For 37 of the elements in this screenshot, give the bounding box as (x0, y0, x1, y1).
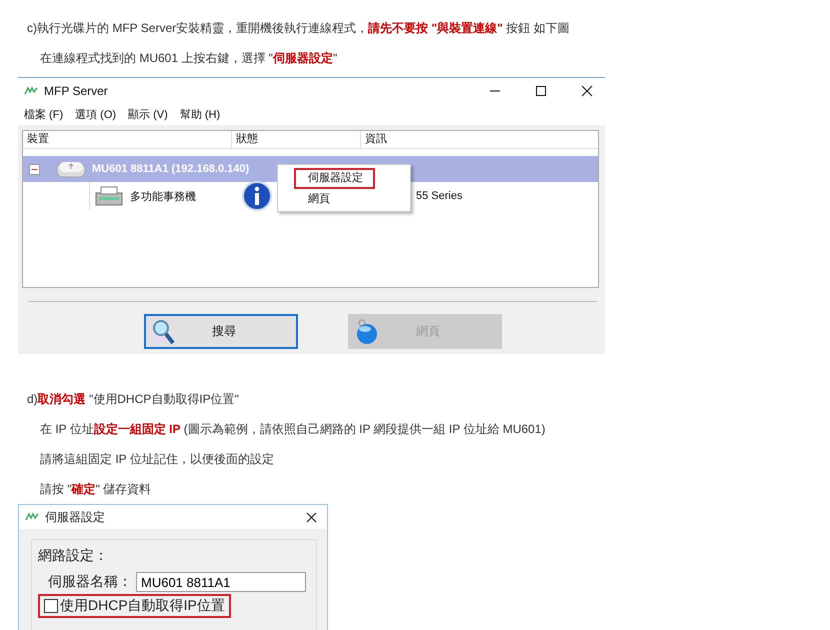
context-menu-item[interactable]: 伺服器設定 (294, 168, 375, 189)
dhcp-checkbox-row[interactable]: 使用DHCP自動取得IP位置 (38, 594, 231, 618)
column-header[interactable]: 資訊 (361, 131, 598, 148)
window-title: MFP Server (44, 84, 108, 98)
instruction-text: d)取消勾選 "使用DHCP自動取得IP位置" (27, 391, 239, 408)
device-name: MU601 8811A1 (192.168.0.140) (92, 163, 250, 175)
column-header[interactable]: 狀態 (232, 131, 361, 148)
server-name-field[interactable]: MU601 8811A1 (136, 572, 306, 592)
menu-item[interactable]: 幫助 (H) (180, 107, 220, 122)
maximize-icon[interactable] (535, 85, 547, 97)
device-info: 55 Series (416, 190, 462, 202)
app-logo-icon (24, 86, 38, 96)
info-icon (242, 181, 272, 211)
collapse-icon[interactable] (29, 164, 40, 174)
search-icon (150, 318, 176, 346)
menu-item[interactable]: 檔案 (F) (24, 107, 64, 122)
instruction-text: 請按 "確定" 儲存資料 (40, 481, 152, 498)
printer-icon (94, 185, 124, 207)
close-icon[interactable] (306, 512, 317, 522)
instruction-text: 在連線程式找到的 MU601 上按右鍵，選擇 "伺服器設定" (40, 50, 338, 67)
instruction-text: 在 IP 位址設定一組固定 IP (圖示為範例，請依照自己網路的 IP 網段提供一組 IP 位址給 MU601) (40, 421, 546, 438)
close-icon[interactable] (581, 85, 593, 97)
instruction-text: c)執行光碟片的 MFP Server安裝精靈，重開機後執行連線程式，請先不要按 "與裝置連線" 按鈕 如下圖 (27, 20, 570, 37)
context-menu-item[interactable]: 網頁 (294, 189, 342, 210)
app-logo-icon (25, 512, 39, 522)
search-button[interactable]: 搜尋 (144, 314, 298, 349)
column-header[interactable]: 裝置 (23, 131, 232, 148)
globe-icon (354, 318, 380, 346)
field-label: 伺服器名稱： (48, 573, 132, 591)
window-title: 伺服器設定 (45, 508, 105, 526)
menu-item[interactable]: 顯示 (V) (128, 107, 168, 122)
menu-item[interactable]: 選項 (O) (75, 107, 116, 122)
group-label: 網路設定： (38, 546, 109, 564)
router-icon (56, 159, 86, 179)
instruction-text: 請將這組固定 IP 位址記住，以便後面的設定 (40, 451, 274, 468)
checkbox[interactable] (44, 599, 58, 613)
device-type: 多功能事務機 (130, 190, 197, 204)
